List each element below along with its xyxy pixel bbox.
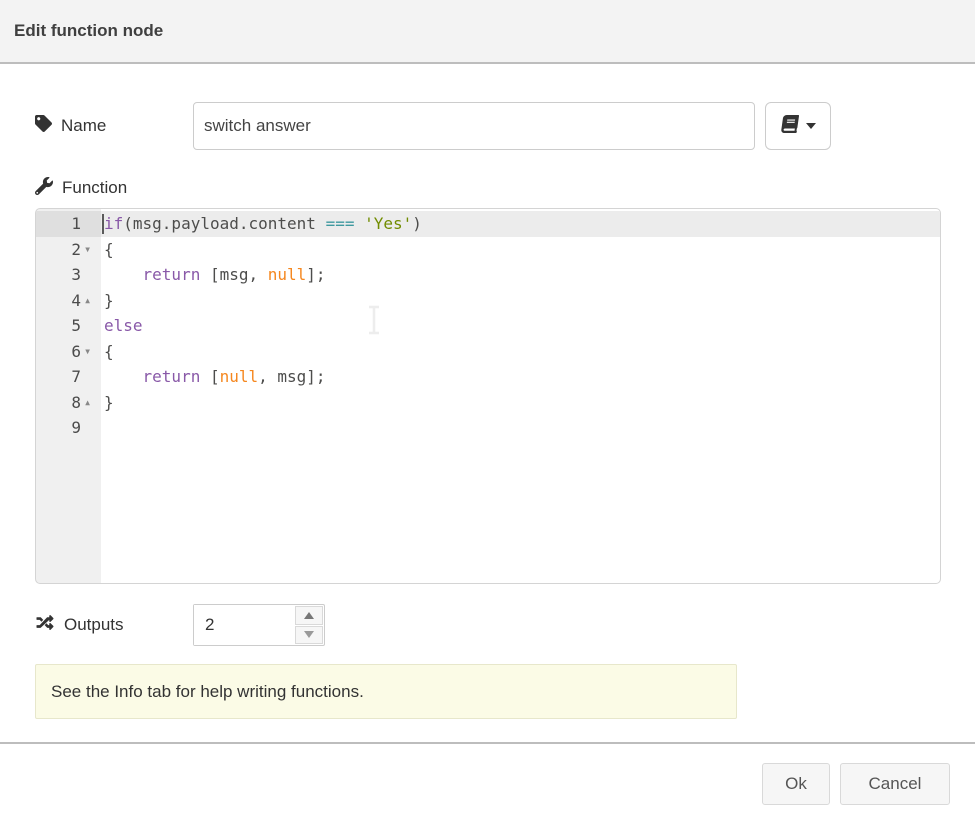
fold-spacer: [81, 313, 101, 339]
wrench-icon: [35, 177, 53, 200]
triangle-up-icon: [304, 612, 314, 619]
text-caret: [102, 214, 104, 234]
line-number: 8: [36, 390, 81, 416]
token-keyword: else: [104, 316, 143, 335]
code-line[interactable]: 5 else: [36, 313, 940, 339]
token-string: 'Yes': [364, 214, 412, 233]
token-keyword: if: [104, 214, 123, 233]
token-text: [354, 214, 364, 233]
line-number: 4: [36, 288, 81, 314]
code-line[interactable]: 1 if(msg.payload.content === 'Yes'): [36, 211, 940, 237]
function-label-text: Function: [62, 178, 127, 198]
outputs-spinner: [193, 604, 325, 646]
code-line-content[interactable]: {: [101, 339, 940, 365]
gutter-cell: 5: [36, 313, 101, 339]
outputs-row: Outputs: [35, 603, 941, 647]
fold-spacer: [81, 364, 101, 390]
token-text: }: [104, 393, 114, 412]
line-number: 5: [36, 313, 81, 339]
function-row: Function: [35, 176, 941, 200]
token-text: [104, 265, 143, 284]
outputs-label-text: Outputs: [64, 615, 124, 635]
name-input[interactable]: [193, 102, 755, 150]
function-label: Function: [35, 177, 193, 200]
token-text: [104, 367, 143, 386]
info-tip-box: See the Info tab for help writing functi…: [35, 664, 737, 719]
library-dropdown-button[interactable]: [765, 102, 831, 150]
spinner-down-button[interactable]: [295, 626, 323, 645]
line-number: 2: [36, 237, 81, 263]
line-number: 7: [36, 364, 81, 390]
line-number: 6: [36, 339, 81, 365]
fold-down-icon[interactable]: ▾: [81, 339, 101, 365]
token-text: , msg];: [258, 367, 325, 386]
name-label: Name: [35, 115, 193, 137]
code-line-content[interactable]: [101, 415, 940, 441]
caret-down-icon: [806, 123, 816, 129]
token-text: [msg,: [200, 265, 267, 284]
gutter-cell: 3: [36, 262, 101, 288]
dialog-header: Edit function node: [0, 0, 975, 64]
code-line[interactable]: 7 return [null, msg];: [36, 364, 940, 390]
token-keyword: return: [143, 367, 201, 386]
dialog-footer: Ok Cancel: [0, 742, 975, 820]
book-icon: [781, 115, 799, 138]
code-line[interactable]: 2▾{: [36, 237, 940, 263]
token-text: (msg.payload.content: [123, 214, 325, 233]
gutter-cell: 2▾: [36, 237, 101, 263]
token-text: {: [104, 240, 114, 259]
code-line-content[interactable]: if(msg.payload.content === 'Yes'): [101, 211, 940, 237]
token-text: [: [200, 367, 219, 386]
gutter-cell: 7: [36, 364, 101, 390]
fold-up-icon[interactable]: ▴: [81, 288, 101, 314]
code-line[interactable]: 3 return [msg, null];: [36, 262, 940, 288]
dialog-body: Name Function: [0, 101, 975, 719]
name-label-text: Name: [61, 116, 106, 136]
info-tip-text: See the Info tab for help writing functi…: [51, 682, 364, 702]
code-line-content[interactable]: }: [101, 390, 940, 416]
token-constant: null: [268, 265, 307, 284]
shuffle-icon: [35, 614, 55, 636]
line-number: 3: [36, 262, 81, 288]
fold-spacer: [81, 211, 101, 237]
name-row: Name: [35, 101, 941, 151]
code-line[interactable]: 9: [36, 415, 940, 441]
code-editor[interactable]: 1if(msg.payload.content === 'Yes')2▾{3 r…: [35, 208, 941, 584]
gutter-cell: 4▴: [36, 288, 101, 314]
token-text: ];: [306, 265, 325, 284]
gutter-cell: 8▴: [36, 390, 101, 416]
code-line[interactable]: 6▾{: [36, 339, 940, 365]
outputs-label: Outputs: [35, 614, 193, 636]
code-line-content[interactable]: }: [101, 288, 940, 314]
dialog-title: Edit function node: [14, 21, 163, 41]
gutter-cell: 6▾: [36, 339, 101, 365]
cancel-button[interactable]: Cancel: [840, 763, 950, 805]
token-text: ): [412, 214, 422, 233]
token-text: {: [104, 342, 114, 361]
ok-button[interactable]: Ok: [762, 763, 830, 805]
code-line-content[interactable]: return [msg, null];: [101, 262, 940, 288]
token-constant: null: [220, 367, 259, 386]
triangle-down-icon: [304, 631, 314, 638]
gutter-cell: 1: [36, 211, 101, 237]
code-line-content[interactable]: else: [101, 313, 940, 339]
code-line-content[interactable]: return [null, msg];: [101, 364, 940, 390]
tag-icon: [35, 115, 52, 137]
line-number: 1: [36, 211, 81, 237]
spinner-buttons: [294, 605, 324, 645]
token-keyword: return: [143, 265, 201, 284]
gutter-cell: 9: [36, 415, 101, 441]
code-line[interactable]: 8▴}: [36, 390, 940, 416]
token-operator: ===: [326, 214, 355, 233]
fold-down-icon[interactable]: ▾: [81, 237, 101, 263]
code-line[interactable]: 4▴}: [36, 288, 940, 314]
spinner-up-button[interactable]: [295, 606, 323, 625]
fold-spacer: [81, 415, 101, 441]
token-text: }: [104, 291, 114, 310]
line-number: 9: [36, 415, 81, 441]
fold-up-icon[interactable]: ▴: [81, 390, 101, 416]
code-line-content[interactable]: {: [101, 237, 940, 263]
outputs-input[interactable]: [194, 605, 294, 645]
fold-spacer: [81, 262, 101, 288]
